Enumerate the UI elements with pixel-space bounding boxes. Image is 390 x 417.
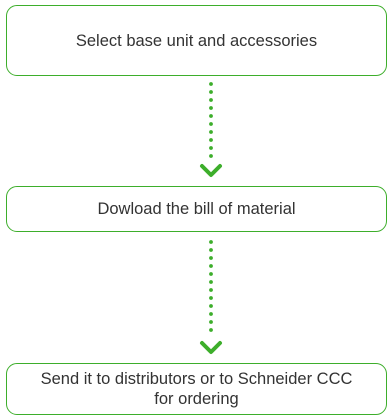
step-label: Send it to distributors or to Schneider … <box>40 370 353 408</box>
dotted-arrow-connector <box>200 240 222 354</box>
chevron-down-icon <box>200 164 222 177</box>
dotted-line <box>209 240 213 332</box>
step-box-download-bill-of-material: Dowload the bill of material <box>6 186 387 232</box>
chevron-down-icon <box>200 341 222 354</box>
step-box-send-to-distributors: Send it to distributors or to Schneider … <box>6 363 387 415</box>
step-label: Select base unit and accessories <box>75 31 318 50</box>
dotted-line <box>209 82 213 158</box>
step-box-select-base-unit: Select base unit and accessories <box>6 5 387 76</box>
dotted-arrow-connector <box>200 82 222 177</box>
step-label: Dowload the bill of material <box>97 200 296 218</box>
